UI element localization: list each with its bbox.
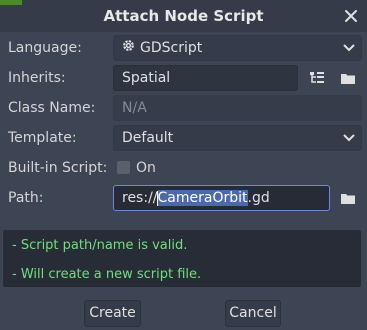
chevron-down-icon [343,134,355,142]
close-icon[interactable] [341,6,361,26]
cancel-button[interactable]: Cancel [225,300,281,327]
language-label: Language: [8,40,82,56]
path-prefix: res:// [122,190,158,206]
language-dropdown[interactable]: GDScript [113,35,362,61]
chevron-down-icon [343,44,355,52]
path-input[interactable]: res://CameraOrbit.gd [113,185,330,211]
create-button[interactable]: Create [84,300,141,327]
builtin-script-checkbox[interactable] [117,161,130,174]
folder-icon[interactable] [337,67,359,89]
inherits-label: Inherits: [8,70,66,86]
folder-icon[interactable] [337,187,359,209]
inherits-input[interactable]: Spatial [113,65,298,91]
node-tree-icon[interactable] [306,67,328,89]
path-label: Path: [8,190,44,206]
builtin-script-checkbox-label[interactable]: On [136,153,156,183]
builtin-script-label: Built-in Script: [8,160,108,176]
path-suffix: .gd [247,190,270,206]
title-bar: Attach Node Script [0,0,367,32]
template-label: Template: [8,130,77,146]
gear-icon [122,36,136,60]
language-value: GDScript [140,40,203,56]
dialog-title: Attach Node Script [103,7,264,25]
status-new-file: - Will create a new script file. [12,267,202,282]
status-panel: - Script path/name is valid. - Will crea… [3,230,361,287]
template-dropdown[interactable]: Default [113,125,362,151]
class-name-input: N/A [113,95,362,121]
path-selected-text: CameraOrbit [157,190,248,206]
status-path-valid: - Script path/name is valid. [12,238,188,253]
attach-node-script-dialog: Attach Node Script Language: GDScript In… [0,0,367,330]
template-value: Default [122,130,174,146]
class-name-label: Class Name: [8,100,96,116]
